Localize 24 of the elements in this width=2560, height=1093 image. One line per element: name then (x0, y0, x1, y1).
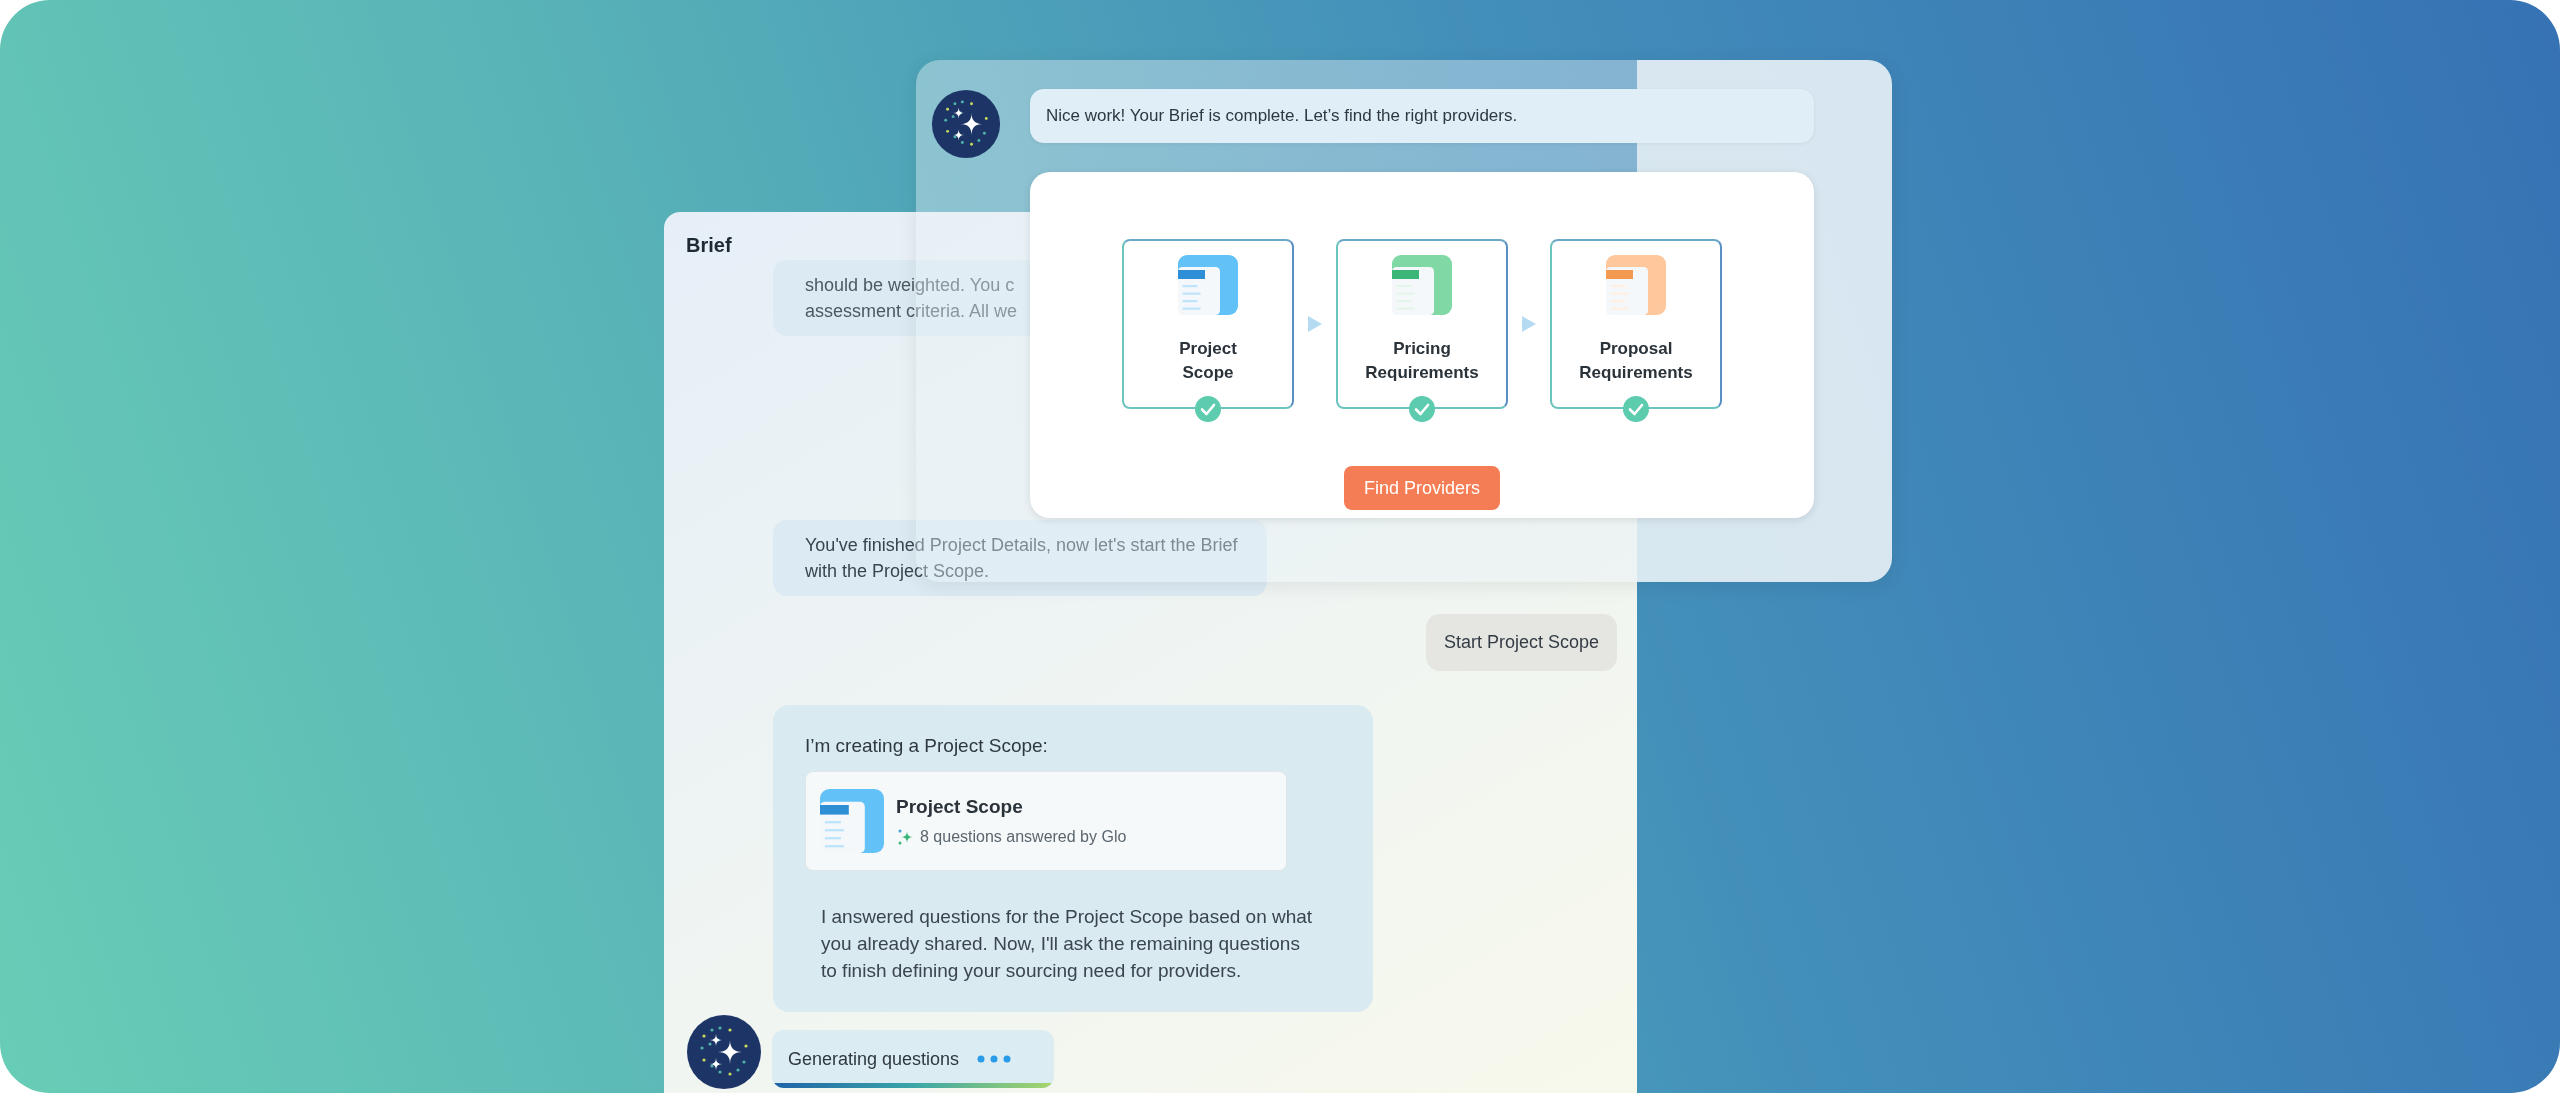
status-message: Generating questions (772, 1030, 1054, 1088)
user-message: Start Project Scope (1425, 614, 1617, 671)
document-icon (1178, 255, 1238, 315)
arrow-icon (1308, 316, 1322, 332)
assistant-avatar-icon (686, 1014, 762, 1090)
document-meta: 8 questions answered by Glo (920, 828, 1127, 846)
step-card[interactable]: Proposal Requirements (1550, 239, 1722, 409)
step-label: Project Scope (1179, 338, 1237, 384)
chat-message: I answered questions for the Project Scope based on what you already shared. Now, I'll ask the remaining questions to finish defining your sourcing need for providers. (820, 905, 1314, 983)
chat-message: I’m creating a Project Scope: (805, 735, 1049, 757)
step-card[interactable]: Pricing Requirements (1336, 239, 1508, 409)
document-card[interactable]: Project Scope 8 questions answered by Glo (805, 771, 1287, 871)
document-icon (1606, 255, 1666, 315)
document-icon (1392, 255, 1452, 315)
step-label: Proposal Requirements (1579, 338, 1693, 384)
chat-message: Nice work! Your Brief is complete. Let’s find the right providers. (1030, 89, 1814, 143)
panel-title: Brief (686, 234, 733, 258)
loading-dots-icon (977, 1055, 1012, 1063)
assistant-avatar-icon (931, 89, 1001, 159)
chat-message: You've finished Project Details, now let's start the Brief with the Project Scope. (773, 520, 1268, 596)
step-label: Pricing Requirements (1365, 338, 1479, 384)
arrow-icon (1522, 316, 1536, 332)
document-title: Project Scope (896, 796, 1024, 818)
step-card[interactable]: Project Scope (1122, 239, 1294, 409)
